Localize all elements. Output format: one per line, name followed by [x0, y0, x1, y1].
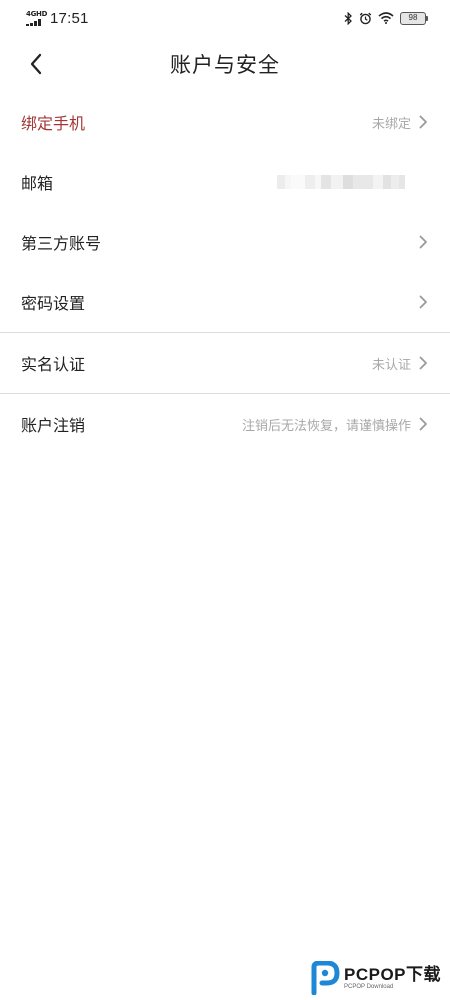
row-label: 第三方账号: [21, 234, 102, 253]
chevron-right-icon: [419, 175, 428, 189]
email-value-redacted: [277, 175, 405, 189]
chevron-right-icon: [419, 115, 427, 129]
row-value: 未认证: [371, 357, 411, 373]
row-email[interactable]: 邮箱: [0, 152, 450, 212]
row-third-party-accounts[interactable]: 第三方账号: [0, 212, 450, 272]
row-value: 未绑定: [371, 116, 411, 132]
status-time: 17:51: [50, 9, 89, 27]
chevron-right-icon: [419, 295, 427, 309]
chevron-right-icon: [419, 417, 427, 431]
settings-list: 绑定手机 未绑定 邮箱 第三方账号 密码设置 实名认证 未认证 账户注销 注销后…: [0, 92, 450, 454]
status-right: 98: [344, 11, 428, 25]
chevron-right-icon: [419, 235, 427, 249]
pcpop-logo-icon: [311, 961, 340, 995]
cellular-signal-icon: 4GHD: [26, 9, 48, 26]
battery-level: 98: [408, 13, 418, 22]
row-label: 实名认证: [21, 355, 86, 374]
account-security-page: 4GHD 17:51 98 账户与安全 绑定手机 未绑定 邮箱 第三方账号 密码…: [0, 0, 450, 1000]
row-bind-phone[interactable]: 绑定手机 未绑定: [0, 92, 450, 152]
back-button[interactable]: [20, 48, 52, 80]
row-real-name-verification[interactable]: 实名认证 未认证: [0, 333, 450, 393]
battery-icon: 98: [400, 11, 428, 25]
alarm-icon: [359, 12, 372, 24]
back-arrow-icon: [30, 53, 42, 75]
row-label: 账户注销: [21, 416, 86, 435]
wifi-icon: [378, 12, 394, 24]
bluetooth-icon: [344, 11, 352, 25]
network-type: 4GHD: [26, 9, 48, 18]
chevron-right-icon: [419, 356, 427, 370]
row-password-settings[interactable]: 密码设置: [0, 272, 450, 332]
row-label: 密码设置: [21, 294, 86, 313]
row-value: 注销后无法恢复，请谨慎操作: [241, 418, 411, 434]
watermark-subtitle: PCPOP Download: [344, 983, 394, 990]
status-bar: 4GHD 17:51 98: [0, 0, 450, 36]
row-label: 绑定手机: [21, 114, 86, 133]
watermark: PCPOP下载 PCPOP Download: [310, 958, 450, 998]
row-label: 邮箱: [21, 174, 54, 193]
page-title: 账户与安全: [170, 53, 280, 77]
row-account-deletion[interactable]: 账户注销 注销后无法恢复，请谨慎操作: [0, 394, 450, 454]
status-left: 4GHD 17:51: [26, 10, 89, 27]
watermark-name: PCPOP下载: [344, 964, 442, 984]
nav-bar: 账户与安全: [0, 36, 450, 92]
